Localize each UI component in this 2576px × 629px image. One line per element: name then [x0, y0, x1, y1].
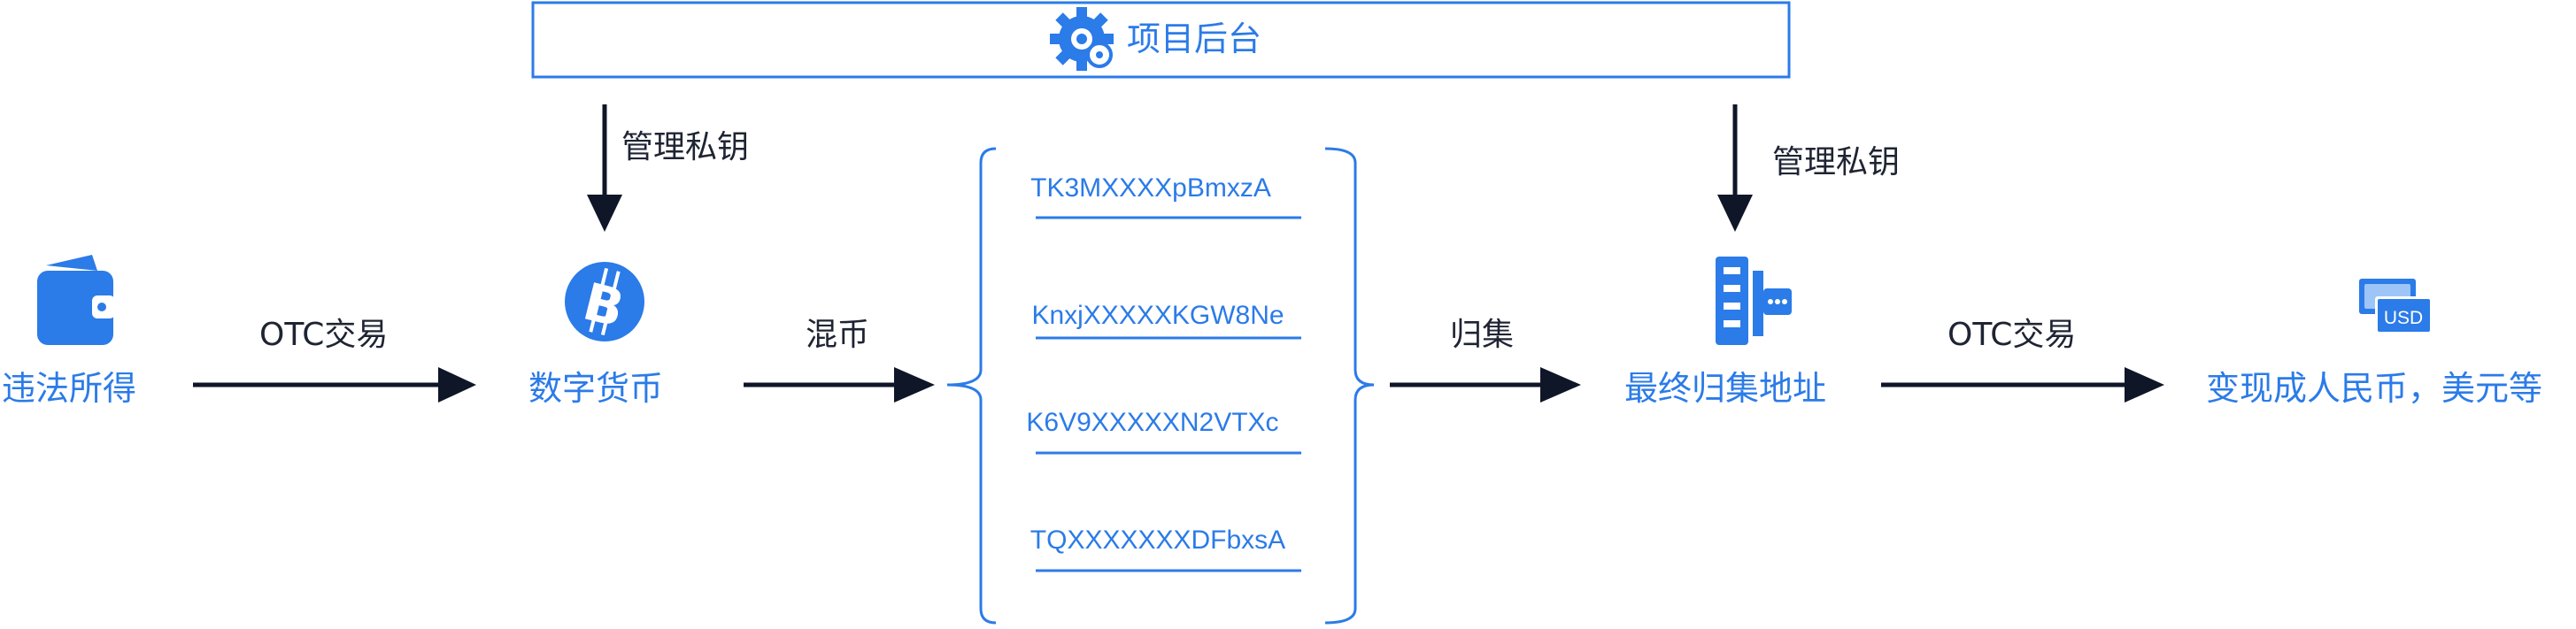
address-text: K6V9XXXXXN2VTXc — [1026, 408, 1278, 437]
otc-label-1: OTC交易 — [259, 317, 388, 353]
money-flow-diagram: 项目后台 管理私钥 管理私钥 违法所得 OTC交易 B 数字货币 混币 TK3M… — [2, 1, 2542, 625]
address-group: TK3MXXXXpBmxzA KnxjXXXXXKGW8Ne K6V9XXXXX… — [946, 147, 1375, 625]
collect-arrow: 归集 — [1390, 317, 1581, 403]
currency-badge: USD — [2384, 308, 2423, 328]
node-cash-out: USD 变现成人民币，美元等 — [2206, 279, 2542, 408]
manage-key-label-right: 管理私钥 — [1772, 144, 1900, 180]
illegal-income-label: 违法所得 — [2, 369, 136, 408]
manage-key-arrow-right: 管理私钥 — [1717, 104, 1900, 232]
otc-arrow-2: OTC交易 — [1881, 317, 2164, 403]
right-brace — [1324, 147, 1375, 625]
address-item: K6V9XXXXXN2VTXc — [1026, 408, 1301, 455]
node-final-address: 最终归集地址 — [1624, 257, 1826, 408]
otc-label-2: OTC交易 — [1947, 317, 2076, 353]
bitcoin-icon: B — [565, 262, 644, 341]
final-address-label: 最终归集地址 — [1624, 369, 1826, 408]
cash-icon: USD — [2359, 279, 2433, 334]
manage-key-label-left: 管理私钥 — [621, 129, 749, 165]
server-icon — [1716, 257, 1792, 345]
address-text: TK3MXXXXpBmxzA — [1030, 173, 1271, 203]
otc-arrow-1: OTC交易 — [193, 317, 476, 403]
wallet-icon — [37, 255, 115, 345]
address-item: KnxjXXXXXKGW8Ne — [1031, 301, 1301, 340]
mixing-arrow: 混币 — [744, 317, 935, 403]
address-text: KnxjXXXXXKGW8Ne — [1031, 301, 1284, 330]
manage-key-arrow-left: 管理私钥 — [587, 104, 749, 232]
collect-label: 归集 — [1450, 317, 1514, 353]
mixing-label: 混币 — [806, 317, 869, 353]
node-crypto: B 数字货币 — [528, 262, 663, 408]
backend-title: 项目后台 — [1127, 19, 1261, 58]
gear-icon — [1050, 7, 1114, 71]
address-text: TQXXXXXXXDFbxsA — [1030, 525, 1285, 555]
address-item: TQXXXXXXXDFbxsA — [1030, 525, 1301, 572]
left-brace — [946, 147, 997, 625]
cash-out-label: 变现成人民币，美元等 — [2206, 369, 2542, 408]
crypto-label: 数字货币 — [528, 369, 663, 408]
node-illegal-income: 违法所得 — [2, 255, 136, 408]
address-item: TK3MXXXXpBmxzA — [1030, 173, 1301, 219]
backend-bar: 项目后台 — [531, 1, 1791, 79]
